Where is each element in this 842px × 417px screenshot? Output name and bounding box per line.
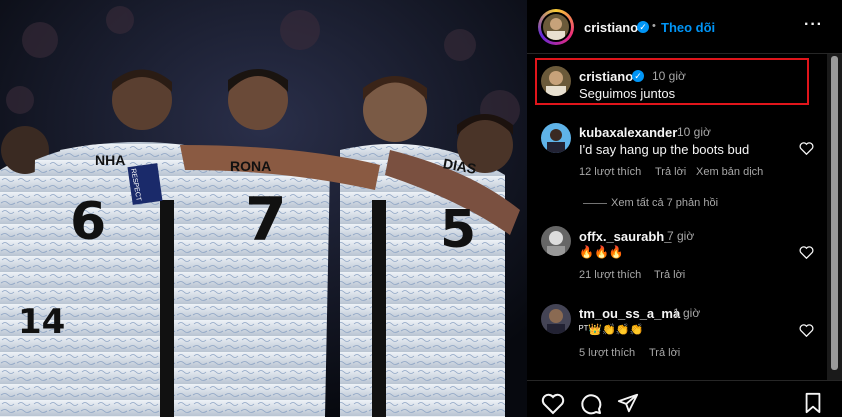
separator-dot: • — [652, 20, 656, 32]
comment-time: 1 giờ — [673, 306, 701, 320]
comment-author[interactable]: offx._saurabh_ — [579, 229, 671, 244]
comment-author[interactable]: tm_ou_ss_a_ma — [579, 306, 680, 321]
post-header: cristiano ✓ • Theo dõi ··· — [527, 0, 842, 54]
jersey-name-nha: NHA — [95, 152, 126, 168]
post-details-panel: cristiano ✓ • Theo dõi ··· cristiano ✓ 1… — [527, 0, 842, 417]
heart-icon[interactable] — [799, 141, 814, 155]
heart-icon[interactable] — [799, 323, 814, 337]
like-heart-icon[interactable] — [541, 393, 565, 415]
post-photo[interactable]: 6 7 5 14 NHA RONA DIAS RESPECT — [0, 0, 527, 417]
more-options-icon[interactable]: ··· — [804, 16, 823, 34]
comment-text: I'd say hang up the boots bud — [579, 142, 750, 157]
comment-text: ᴾᵀ👑👏👏👏 — [579, 324, 644, 336]
scrollbar-thumb[interactable] — [831, 56, 838, 370]
reply-button[interactable]: Trả lời — [649, 347, 680, 359]
view-replies-button[interactable]: Xem tất cả 7 phản hồi — [611, 197, 718, 209]
jersey-number-6: 6 — [70, 192, 107, 252]
translate-button[interactable]: Xem bản dịch — [696, 166, 763, 178]
jersey-number-14: 14 — [18, 302, 66, 342]
comment-text: 🔥🔥🔥 — [579, 245, 624, 259]
comment-likes[interactable]: 12 lượt thích — [579, 166, 641, 178]
bookmark-icon[interactable] — [803, 392, 823, 414]
reply-button[interactable]: Trả lời — [654, 269, 685, 281]
comments-scrollbar[interactable] — [827, 54, 842, 380]
jersey-number-5: 5 — [440, 200, 477, 260]
author-username[interactable]: cristiano — [584, 20, 638, 35]
post-actions-bar — [527, 380, 842, 417]
caption-highlight-box — [535, 58, 809, 105]
share-icon[interactable] — [617, 392, 639, 414]
jersey-name-rona: RONA — [230, 158, 272, 174]
comment-avatar[interactable] — [541, 123, 571, 153]
comment-avatar[interactable] — [541, 304, 571, 334]
comment-author[interactable]: kubaxalexander — [579, 125, 677, 140]
comment-avatar[interactable] — [541, 226, 571, 256]
replies-divider — [583, 203, 607, 204]
reply-button[interactable]: Trả lời — [655, 166, 686, 178]
comment-time: 10 giờ — [677, 125, 711, 139]
author-avatar[interactable] — [541, 12, 571, 42]
comment-likes[interactable]: 5 lượt thích — [579, 347, 635, 359]
comment-time: 7 giờ — [667, 229, 695, 243]
comment-icon[interactable] — [579, 392, 603, 416]
verified-icon: ✓ — [637, 21, 649, 33]
comment-likes[interactable]: 21 lượt thích — [579, 269, 641, 281]
follow-button[interactable]: Theo dõi — [661, 20, 715, 35]
heart-icon[interactable] — [799, 245, 814, 259]
jersey-number-7: 7 — [245, 185, 287, 255]
